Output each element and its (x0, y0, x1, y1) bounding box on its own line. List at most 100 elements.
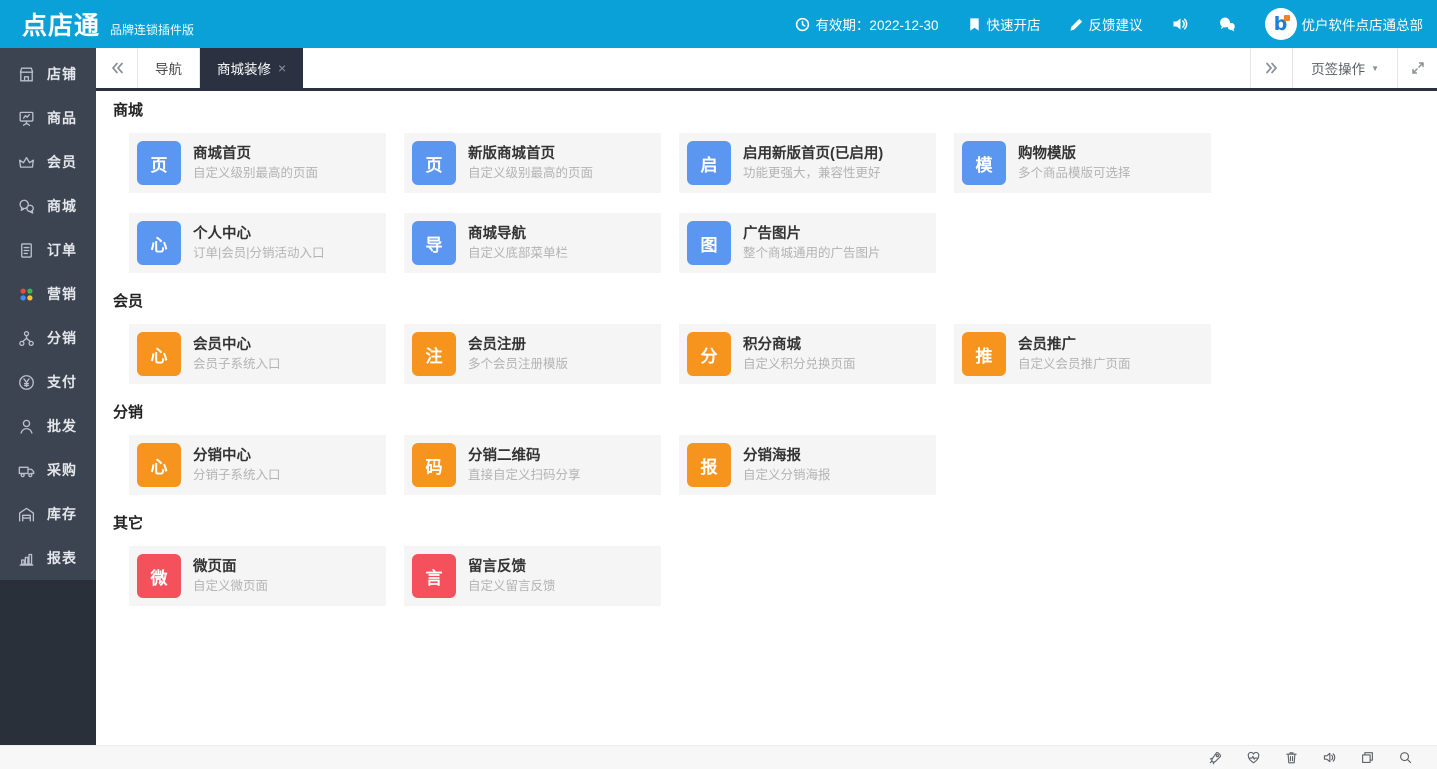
app-subtitle: 品牌连锁插件版 (110, 21, 194, 38)
tab-operations-label: 页签操作 (1311, 58, 1365, 78)
sidebar-item-distribution[interactable]: 分销 (0, 316, 96, 360)
card-glyph-tile: 码 (412, 443, 456, 487)
card-glyph-tile: 推 (962, 332, 1006, 376)
sidebar-item-marketing[interactable]: 营销 (0, 272, 96, 316)
sidebar-item-purchase[interactable]: 采购 (0, 448, 96, 492)
tab-0[interactable]: 导航 (138, 48, 200, 88)
sidebar-item-label: 批发 (47, 416, 77, 436)
search-icon[interactable] (1398, 750, 1413, 765)
trash-icon[interactable] (1284, 750, 1299, 765)
card-description: 订单|会员|分销活动入口 (193, 245, 325, 262)
sidebar-item-shop[interactable]: 店铺 (0, 52, 96, 96)
tabs-scroll-right-button[interactable] (1250, 48, 1292, 88)
card-购物模版[interactable]: 模购物模版多个商品模版可选择 (954, 133, 1211, 193)
card-title: 购物模版 (1018, 145, 1131, 164)
card-商城首页[interactable]: 页商城首页自定义级别最高的页面 (129, 133, 386, 193)
sidebar-item-label: 商城 (47, 196, 77, 216)
shop-icon (17, 65, 36, 84)
speaker-icon[interactable] (1322, 750, 1337, 765)
top-header: 点店通 品牌连锁插件版 有效期：2022-12-30 快速开店 反馈建议 (0, 0, 1437, 48)
tab-label: 导航 (155, 58, 182, 78)
validity-text: 有效期：2022-12-30 (815, 14, 938, 34)
fullscreen-toggle-button[interactable] (1397, 48, 1437, 88)
card-glyph-tile: 报 (687, 443, 731, 487)
card-title: 广告图片 (743, 225, 881, 244)
card-texts: 分销中心分销子系统入口 (193, 447, 281, 484)
quick-open-button[interactable]: 快速开店 (967, 14, 1041, 34)
sidebar-item-goods[interactable]: 商品 (0, 96, 96, 140)
card-description: 功能更强大，兼容性更好 (743, 165, 883, 182)
sidebar-item-order[interactable]: 订单 (0, 228, 96, 272)
card-会员注册[interactable]: 注会员注册多个会员注册模版 (404, 324, 661, 384)
document-icon (17, 241, 36, 260)
restore-window-icon[interactable] (1360, 750, 1375, 765)
validity-label: 有效期：2022-12-30 (795, 14, 938, 34)
card-texts: 商城首页自定义级别最高的页面 (193, 145, 318, 182)
card-title: 新版商城首页 (468, 145, 593, 164)
sidebar-item-inventory[interactable]: 库存 (0, 492, 96, 536)
card-glyph-tile: 模 (962, 141, 1006, 185)
card-新版商城首页[interactable]: 页新版商城首页自定义级别最高的页面 (404, 133, 661, 193)
card-texts: 新版商城首页自定义级别最高的页面 (468, 145, 593, 182)
cards-grid: 页商城首页自定义级别最高的页面页新版商城首页自定义级别最高的页面启启用新版首页(… (129, 133, 1239, 273)
tab-label: 商城装修 (217, 58, 271, 78)
card-title: 分销海报 (743, 447, 831, 466)
card-glyph-tile: 心 (137, 332, 181, 376)
card-title: 会员推广 (1018, 336, 1131, 355)
account-name: 优户软件点店通总部 (1302, 14, 1424, 34)
pencil-icon (1069, 17, 1084, 32)
card-会员中心[interactable]: 心会员中心会员子系统入口 (129, 324, 386, 384)
card-分销中心[interactable]: 心分销中心分销子系统入口 (129, 435, 386, 495)
section-title: 商城 (113, 102, 1437, 120)
sidebar-item-member[interactable]: 会员 (0, 140, 96, 184)
tabs: 导航 商城装修 × (138, 48, 303, 88)
card-description: 自定义级别最高的页面 (193, 165, 318, 182)
network-icon (17, 329, 36, 348)
sidebar-menu: 店铺商品会员商城订单营销分销支付批发采购库存报表 (0, 48, 96, 580)
card-texts: 个人中心订单|会员|分销活动入口 (193, 225, 325, 262)
sidebar: 店铺商品会员商城订单营销分销支付批发采购库存报表 (0, 48, 96, 745)
tabs-scroll-left-button[interactable] (96, 48, 138, 88)
feedback-button[interactable]: 反馈建议 (1069, 14, 1143, 34)
card-商城导航[interactable]: 导商城导航自定义底部菜单栏 (404, 213, 661, 273)
card-会员推广[interactable]: 推会员推广自定义会员推广页面 (954, 324, 1211, 384)
sidebar-item-payment[interactable]: 支付 (0, 360, 96, 404)
rocket-icon[interactable] (1208, 750, 1223, 765)
card-glyph-tile: 分 (687, 332, 731, 376)
card-广告图片[interactable]: 图广告图片整个商城通用的广告图片 (679, 213, 936, 273)
main-content: 商城页商城首页自定义级别最高的页面页新版商城首页自定义级别最高的页面启启用新版首… (96, 94, 1437, 745)
card-个人中心[interactable]: 心个人中心订单|会员|分销活动入口 (129, 213, 386, 273)
card-texts: 分销二维码直接自定义扫码分享 (468, 447, 581, 484)
card-微页面[interactable]: 微微页面自定义微页面 (129, 546, 386, 606)
tab-operations-dropdown[interactable]: 页签操作 ▼ (1292, 48, 1397, 88)
account-menu[interactable]: b 优户软件点店通总部 (1265, 8, 1424, 40)
card-分销海报[interactable]: 报分销海报自定义分销海报 (679, 435, 936, 495)
card-积分商城[interactable]: 分积分商城自定义积分兑换页面 (679, 324, 936, 384)
flag-icon (967, 17, 982, 32)
sidebar-item-report[interactable]: 报表 (0, 536, 96, 580)
card-description: 多个会员注册模版 (468, 356, 568, 373)
card-title: 启用新版首页(已启用) (743, 145, 883, 164)
sidebar-item-label: 营销 (47, 284, 77, 304)
heart-pulse-icon[interactable] (1246, 750, 1261, 765)
warehouse-icon (17, 505, 36, 524)
sound-button[interactable] (1171, 15, 1189, 33)
card-留言反馈[interactable]: 言留言反馈自定义留言反馈 (404, 546, 661, 606)
message-button[interactable] (1217, 15, 1237, 33)
tab-1[interactable]: 商城装修 × (200, 48, 303, 88)
tab-close-icon[interactable]: × (278, 61, 286, 75)
card-glyph-tile: 页 (137, 141, 181, 185)
sidebar-item-label: 商品 (47, 108, 77, 128)
sidebar-item-label: 订单 (47, 240, 77, 260)
bar-chart-icon (17, 549, 36, 568)
sidebar-item-mall[interactable]: 商城 (0, 184, 96, 228)
sidebar-item-wholesale[interactable]: 批发 (0, 404, 96, 448)
card-title: 积分商城 (743, 336, 856, 355)
card-分销二维码[interactable]: 码分销二维码直接自定义扫码分享 (404, 435, 661, 495)
truck-icon (17, 461, 36, 480)
card-description: 自定义微页面 (193, 578, 268, 595)
sidebar-item-label: 采购 (47, 460, 77, 480)
card-启用新版首页(已启用)[interactable]: 启启用新版首页(已启用)功能更强大，兼容性更好 (679, 133, 936, 193)
sidebar-item-label: 会员 (47, 152, 77, 172)
card-description: 自定义底部菜单栏 (468, 245, 568, 262)
